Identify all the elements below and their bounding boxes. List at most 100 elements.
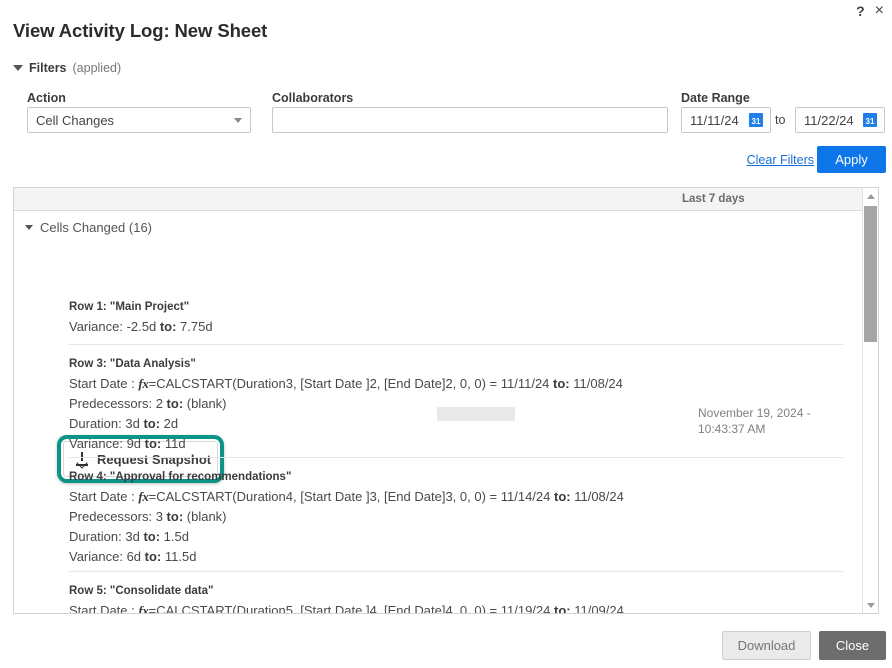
change-field-name: Start Date : — [69, 603, 139, 614]
help-question-icon[interactable]: ? — [856, 4, 865, 18]
log-entry-change-line: Duration: 3d to: 1.5d — [69, 527, 624, 547]
action-label: Action — [27, 91, 66, 105]
action-select[interactable]: Cell Changes — [27, 107, 251, 133]
log-entry-change-line: Start Date : fx=CALCSTART(Duration3, [St… — [69, 374, 623, 394]
date-range-to-word: to — [775, 113, 786, 127]
change-formula-value: =CALCSTART(Duration3, [Start Date ]2, [E… — [148, 376, 554, 391]
vertical-scrollbar[interactable] — [862, 188, 878, 613]
change-new-value: 11d — [161, 436, 186, 451]
scroll-up-arrow-icon[interactable] — [863, 188, 878, 204]
date-range-to-input[interactable]: 11/22/24 31 — [795, 107, 885, 133]
entry-divider — [69, 571, 843, 572]
chevron-down-icon[interactable] — [13, 65, 23, 71]
change-old-value: 3d — [125, 529, 144, 544]
log-entry-row-title: Row 5: "Consolidate data" — [69, 585, 214, 597]
log-entry: Row 1: "Main Project" Variance: -2.5d to:… — [69, 301, 213, 337]
log-entry-change-line: Duration: 3d to: 2d — [69, 414, 623, 434]
change-old-value: 3d — [125, 416, 144, 431]
change-new-value: (blank) — [183, 509, 227, 524]
change-old-value: 6d — [126, 549, 145, 564]
log-entry-change-line: Start Date : fx=CALCSTART(Duration4, [St… — [69, 487, 624, 507]
change-field-name: Duration: — [69, 416, 126, 431]
change-to-label: to: — [553, 603, 571, 614]
change-to-label: to: — [553, 376, 570, 391]
log-column-header: Last 7 days — [14, 188, 878, 211]
filters-state: (applied) — [72, 61, 122, 75]
change-to-label: to: — [159, 319, 177, 334]
download-arrow-icon — [76, 452, 88, 466]
change-to-label: to: — [553, 489, 571, 504]
apply-button[interactable]: Apply — [817, 146, 886, 173]
log-group-label: Cells Changed (16) — [40, 220, 153, 235]
clear-filters-link[interactable]: Clear Filters — [747, 153, 814, 167]
close-button[interactable]: Close — [819, 631, 886, 660]
change-new-value: 11.5d — [161, 549, 197, 564]
change-field-name: Variance: — [69, 549, 127, 564]
change-to-label: to: — [144, 436, 162, 451]
log-entry-row-title: Row 4: "Approval for recommendations" — [69, 471, 292, 483]
log-entry-change-line: Variance: -2.5d to: 7.75d — [69, 317, 213, 337]
page-title: View Activity Log: New Sheet — [13, 20, 268, 41]
change-to-label: to: — [143, 416, 161, 431]
log-entry-change-line: Variance: 9d to: 11d — [69, 434, 623, 454]
window-controls: ? × — [856, 3, 884, 19]
collaborators-input[interactable] — [272, 107, 668, 133]
log-entry-change-line: Predecessors: 3 to: (blank) — [69, 507, 624, 527]
log-entry: Row 3: "Data Analysis" Start Date : fx=CA… — [69, 358, 623, 454]
chevron-down-icon[interactable] — [234, 118, 242, 123]
log-group-header[interactable]: Cells Changed (16) — [25, 220, 152, 235]
change-new-value: 7.75d — [176, 319, 213, 334]
log-entry: Row 4: "Approval for recommendations" Sta… — [69, 471, 624, 567]
change-field-name: Variance: — [69, 436, 127, 451]
filters-label: Filters — [29, 61, 67, 75]
change-formula-value: =CALCSTART(Duration4, [Start Date ]3, [E… — [148, 489, 554, 504]
log-entry-change-line: Predecessors: 2 to: (blank) — [69, 394, 623, 414]
change-new-value: 11/08/24 — [569, 376, 623, 391]
scroll-down-arrow-icon[interactable] — [863, 597, 878, 613]
log-entry-change-line: Variance: 6d to: 11.5d — [69, 547, 624, 567]
download-button[interactable]: Download — [722, 631, 811, 660]
change-old-value: 9d — [126, 436, 145, 451]
change-new-value: (blank) — [183, 396, 227, 411]
formula-fx-icon: fx — [138, 376, 149, 391]
scrollbar-thumb[interactable] — [864, 206, 877, 342]
close-x-icon[interactable]: × — [875, 3, 884, 19]
date-range-to-value: 11/22/24 — [804, 112, 854, 128]
log-entry-change-line: Start Date : fx=CALCSTART(Duration5, [St… — [69, 601, 624, 614]
calendar-icon[interactable]: 31 — [749, 113, 763, 127]
change-new-value: 11/08/24 — [570, 489, 624, 504]
collaborators-label: Collaborators — [272, 91, 354, 105]
date-range-label: Date Range — [681, 91, 750, 105]
change-field-name: Variance: — [69, 319, 127, 334]
log-entry-row-title: Row 3: "Data Analysis" — [69, 358, 196, 370]
chevron-down-icon[interactable] — [25, 225, 33, 230]
log-header-last7days: Last 7 days — [682, 193, 745, 205]
change-to-label: to: — [166, 396, 184, 411]
change-new-value: 2d — [160, 416, 179, 431]
change-to-label: to: — [166, 509, 184, 524]
filters-header[interactable]: Filters (applied) — [13, 61, 121, 75]
change-field-name: Start Date : — [69, 376, 139, 391]
change-field-name: Predecessors: — [69, 396, 156, 411]
entry-divider — [69, 457, 843, 458]
change-to-label: to: — [143, 529, 161, 544]
formula-fx-icon: fx — [138, 489, 149, 504]
date-range-from-value: 11/11/24 — [690, 112, 739, 128]
change-to-label: to: — [144, 549, 162, 564]
change-old-value: 3 — [155, 509, 167, 524]
change-formula-value: =CALCSTART(Duration5, [Start Date ]4, [E… — [148, 603, 554, 614]
date-range-from-input[interactable]: 11/11/24 31 — [681, 107, 771, 133]
log-entry-row-title: Row 1: "Main Project" — [69, 301, 190, 313]
log-entry-timestamp: November 19, 2024 - 10:43:37 AM — [698, 406, 811, 436]
change-old-value: -2.5d — [126, 319, 160, 334]
formula-fx-icon: fx — [138, 603, 149, 614]
change-field-name: Duration: — [69, 529, 126, 544]
change-new-value: 11/09/24 — [570, 603, 624, 614]
calendar-icon[interactable]: 31 — [863, 113, 877, 127]
change-old-value: 2 — [155, 396, 167, 411]
entry-divider — [69, 344, 843, 345]
activity-log-panel: Last 7 days Cells Changed (16) November … — [13, 187, 879, 614]
log-entry: Row 5: "Consolidate data" Start Date : fx… — [69, 585, 624, 614]
change-field-name: Start Date : — [69, 489, 139, 504]
change-new-value: 1.5d — [160, 529, 189, 544]
